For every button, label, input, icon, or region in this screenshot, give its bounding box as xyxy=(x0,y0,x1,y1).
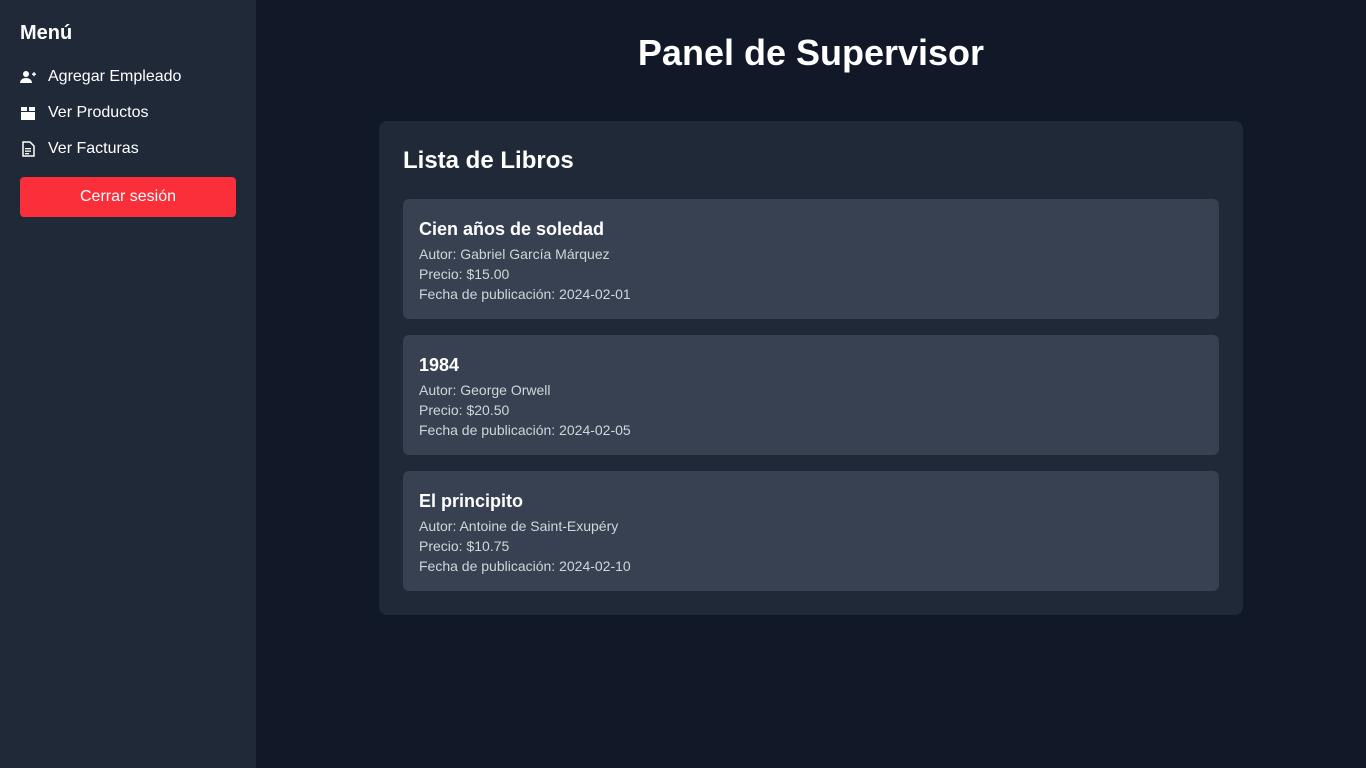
file-invoice-icon xyxy=(20,140,48,158)
main-content: Panel de Supervisor Lista de Libros Cien… xyxy=(256,0,1366,768)
book-author: Autor: Antoine de Saint-Exupéry xyxy=(419,518,619,534)
book-price: Precio: $20.50 xyxy=(419,402,510,418)
sidebar-item-label: Ver Facturas xyxy=(48,140,139,157)
sidebar-item-agregar-empleado[interactable]: Agregar Empleado xyxy=(20,59,236,95)
sidebar-item-ver-productos[interactable]: Ver Productos xyxy=(20,95,236,131)
sidebar-item-label: Ver Productos xyxy=(48,104,149,121)
book-author: Autor: George Orwell xyxy=(419,382,551,398)
app: Menú Agregar Empleado Ver Productos Ver … xyxy=(0,0,1366,768)
book-date: Fecha de publicación: 2024-02-01 xyxy=(419,286,631,302)
book-date: Fecha de publicación: 2024-02-10 xyxy=(419,558,631,574)
page-title: Panel de Supervisor xyxy=(637,32,985,73)
sidebar-title: Menú xyxy=(20,22,73,44)
book-card: El principito Autor: Antoine de Saint-Ex… xyxy=(403,471,1219,591)
book-list-panel: Lista de Libros Cien años de soledad Aut… xyxy=(379,121,1243,615)
sidebar-item-label: Agregar Empleado xyxy=(48,68,182,85)
sidebar: Menú Agregar Empleado Ver Productos Ver … xyxy=(0,0,256,768)
logout-button[interactable]: Cerrar sesión xyxy=(20,177,236,217)
panel-title: Lista de Libros xyxy=(403,147,574,174)
book-title: Cien años de soledad xyxy=(419,219,605,239)
book-title: El principito xyxy=(419,491,524,511)
book-title: 1984 xyxy=(419,355,460,375)
book-price: Precio: $15.00 xyxy=(419,266,510,282)
book-date: Fecha de publicación: 2024-02-05 xyxy=(419,422,631,438)
book-author: Autor: Gabriel García Márquez xyxy=(419,246,610,262)
sidebar-item-ver-facturas[interactable]: Ver Facturas xyxy=(20,131,236,167)
book-card: Cien años de soledad Autor: Gabriel Garc… xyxy=(403,199,1219,319)
book-card: 1984 Autor: George Orwell Precio: $20.50… xyxy=(403,335,1219,455)
book-price: Precio: $10.75 xyxy=(419,538,510,554)
box-icon xyxy=(20,104,48,122)
user-plus-icon xyxy=(20,68,48,86)
